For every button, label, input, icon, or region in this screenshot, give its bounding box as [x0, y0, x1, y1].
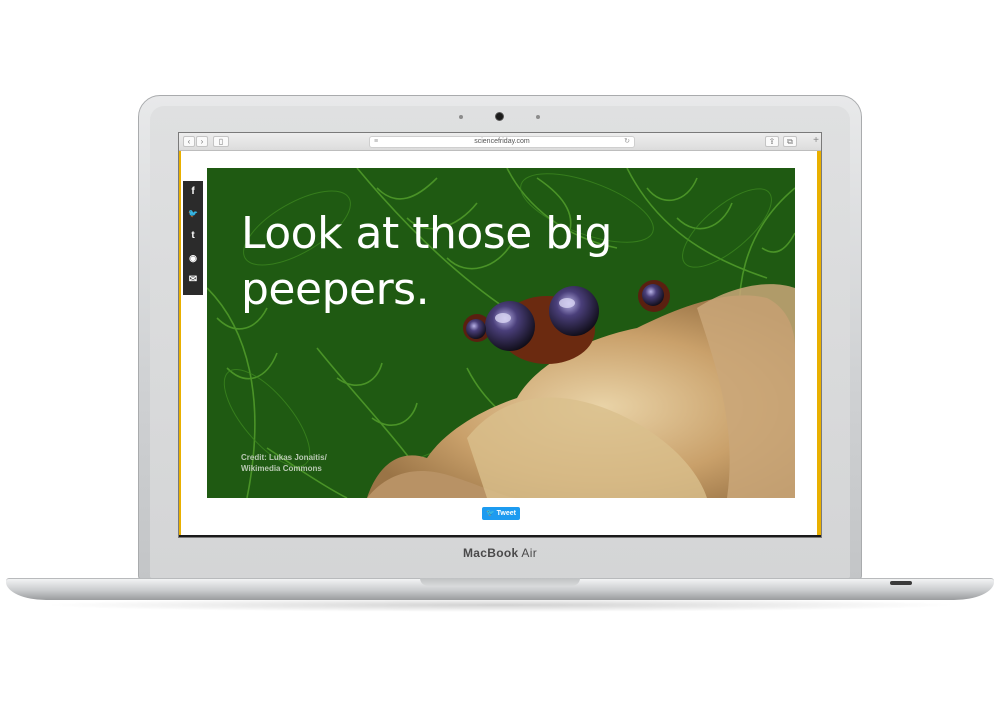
chevron-left-icon[interactable]: ‹ [183, 136, 195, 147]
brand-name: MacBook [462, 546, 519, 560]
sidebar-icon[interactable]: ▯ [213, 136, 229, 147]
device-brand: MacBook Air [0, 546, 1000, 560]
sensor-dot [459, 115, 463, 119]
credit-line: Credit: Lukas Jonaitis/ [241, 453, 327, 462]
photo-credit: Credit: Lukas Jonaitis/ Wikimedia Common… [241, 452, 361, 474]
twitter-icon[interactable]: 🐦 [183, 203, 203, 225]
social-share-bar: f 🐦 t ◉ ✉ [183, 181, 203, 295]
spider-image [367, 280, 795, 498]
reddit-icon[interactable]: ◉ [183, 247, 203, 269]
page-border-left [179, 151, 181, 537]
address-bar[interactable]: ≡ sciencefriday.com ↻ [369, 136, 635, 148]
screen-bottom-edge [179, 535, 821, 537]
sensor-dot [536, 115, 540, 119]
email-icon[interactable]: ✉ [183, 269, 203, 291]
page-border-right [817, 151, 821, 537]
url-text: sciencefriday.com [474, 138, 530, 145]
credit-line: Wikimedia Commons [241, 464, 322, 473]
camera-icon [495, 112, 504, 121]
tumblr-icon[interactable]: t [183, 225, 203, 247]
feature-card: Look at those big peepers. Credit: Lukas… [207, 168, 795, 498]
browser-toolbar: ‹ › ▯ ≡ sciencefriday.com ↻ ⇪ ⧉ + [179, 133, 821, 151]
usb-port [890, 581, 912, 585]
plus-icon[interactable]: + [813, 135, 819, 147]
model-name: Air [521, 546, 537, 560]
laptop-screen: ‹ › ▯ ≡ sciencefriday.com ↻ ⇪ ⧉ + f 🐦 t … [178, 132, 822, 538]
facebook-icon[interactable]: f [183, 181, 203, 203]
tabs-icon[interactable]: ⧉ [783, 136, 797, 147]
reader-icon[interactable]: ≡ [374, 137, 378, 147]
laptop-notch [420, 578, 580, 586]
chevron-right-icon[interactable]: › [196, 136, 208, 147]
tweet-label: Tweet [496, 510, 516, 517]
reload-icon[interactable]: ↻ [624, 137, 630, 147]
tweet-button[interactable]: 🐦 Tweet [482, 507, 520, 520]
laptop-shadow [40, 598, 960, 612]
share-icon[interactable]: ⇪ [765, 136, 779, 147]
twitter-icon: 🐦 [486, 510, 495, 517]
